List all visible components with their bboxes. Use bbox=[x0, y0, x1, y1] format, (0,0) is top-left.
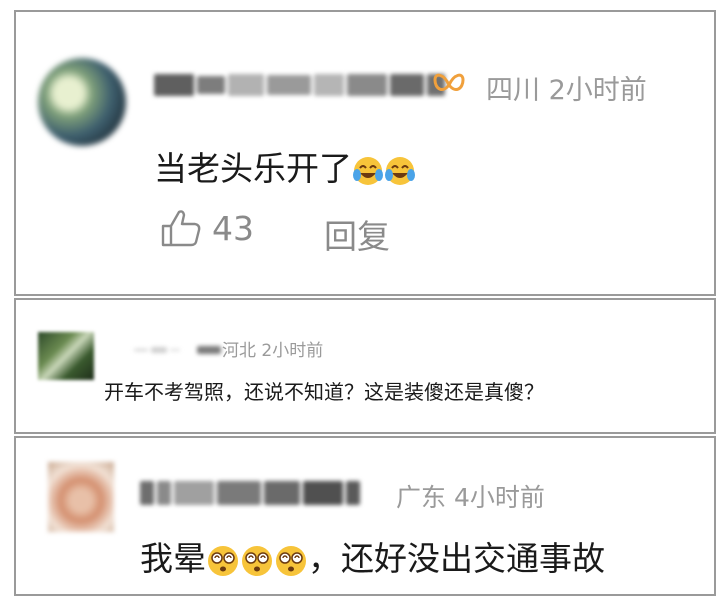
location: 广东 bbox=[396, 483, 447, 512]
comment-text: 我晕 ，还好没出交通事故 bbox=[140, 539, 605, 578]
thumbs-up-icon bbox=[161, 210, 201, 247]
timestamp: 2小时前 bbox=[548, 75, 647, 106]
like-count: 43 bbox=[212, 208, 254, 248]
vip-butterfly-icon bbox=[433, 73, 465, 91]
comment-meta: 四川 2小时前 bbox=[486, 68, 647, 107]
username-redacted[interactable] bbox=[154, 70, 445, 100]
comment-text: 当老头乐开了 bbox=[154, 142, 416, 190]
laugh-cry-emoji bbox=[353, 156, 383, 185]
username-redacted[interactable] bbox=[134, 340, 221, 360]
dizzy-face-emoji bbox=[242, 545, 272, 576]
like-button[interactable]: 43 bbox=[160, 208, 254, 248]
comment-text: 开车不考驾照，还说不知道？这是装傻还是真傻？ bbox=[104, 380, 544, 404]
comment-card-1: 四川 2小时前 当老头乐开了 43 回复 bbox=[14, 10, 716, 296]
timestamp: 4小时前 bbox=[453, 483, 545, 512]
comment-meta: 河北 2小时前 bbox=[222, 336, 323, 361]
location: 河北 bbox=[222, 341, 256, 361]
avatar[interactable] bbox=[38, 332, 94, 380]
timestamp: 2小时前 bbox=[261, 341, 324, 361]
avatar[interactable] bbox=[48, 462, 114, 532]
laugh-cry-emoji bbox=[385, 156, 415, 185]
dizzy-face-emoji bbox=[276, 545, 306, 576]
username-redacted[interactable] bbox=[140, 478, 360, 508]
avatar[interactable] bbox=[38, 58, 126, 146]
comment-card-3: 广东 4小时前 我晕 ，还好没出交通事故 bbox=[14, 436, 716, 596]
comment-meta: 广东 4小时前 bbox=[396, 478, 545, 514]
location: 四川 bbox=[486, 75, 540, 106]
comment-card-2: 河北 2小时前 开车不考驾照，还说不知道？这是装傻还是真傻？ bbox=[14, 298, 716, 434]
dizzy-face-emoji bbox=[208, 545, 238, 576]
reply-button[interactable]: 回复 bbox=[324, 210, 390, 258]
